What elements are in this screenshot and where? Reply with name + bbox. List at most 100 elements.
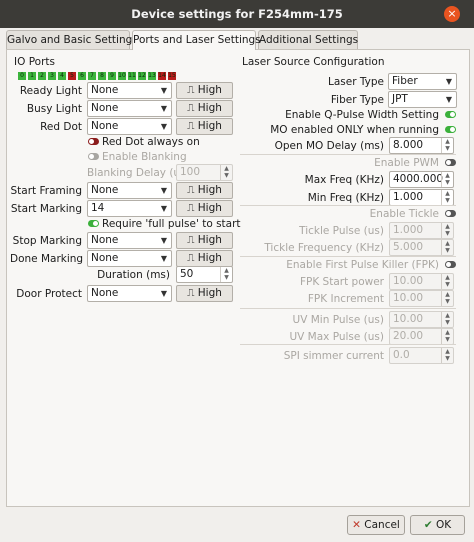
- mo-enabled-toggle[interactable]: [445, 126, 456, 133]
- io-port-indicator: 5: [68, 72, 76, 80]
- io-port-indicator: 4: [58, 72, 66, 80]
- max-freq-input[interactable]: 4000.000 ▲ ▼: [389, 171, 454, 188]
- start-marking-select[interactable]: 14 ▼: [87, 200, 172, 217]
- tab-additional[interactable]: Additional Settings: [258, 30, 358, 49]
- cancel-icon: ✕: [352, 519, 361, 531]
- spin-arrows-icon[interactable]: ▲ ▼: [441, 329, 453, 344]
- stop-marking-level-button[interactable]: ⎍ High: [176, 232, 233, 249]
- enable-qpulse-label: Enable Q-Pulse Width Setting: [285, 109, 439, 121]
- tickle-frequency-label: Tickle Frequency (KHz): [264, 242, 384, 254]
- start-framing-level-button[interactable]: ⎍ High: [176, 182, 233, 199]
- enable-fpk-toggle[interactable]: [445, 261, 456, 268]
- done-marking-select[interactable]: None ▼: [87, 250, 172, 267]
- red-dot-select[interactable]: None ▼: [87, 118, 172, 135]
- uv-max-pulse-input[interactable]: 20.00 ▲ ▼: [389, 328, 454, 345]
- ready-light-label: Ready Light: [19, 85, 82, 97]
- require-full-pulse-label: Require 'full pulse' to start: [102, 218, 241, 230]
- min-freq-input[interactable]: 1.000 ▲ ▼: [389, 189, 454, 206]
- duration-input[interactable]: 50 ▲ ▼: [176, 266, 233, 283]
- fiber-type-select[interactable]: JPT ▼: [388, 91, 457, 108]
- pulse-high-icon: ⎍: [187, 184, 195, 196]
- start-marking-level-button[interactable]: ⎍ High: [176, 200, 233, 217]
- red-dot-level-button[interactable]: ⎍ High: [176, 118, 233, 135]
- spin-arrows-icon[interactable]: ▲ ▼: [220, 165, 232, 180]
- open-mo-delay-value: 8.000: [393, 139, 424, 151]
- start-framing-label: Start Framing: [10, 185, 82, 197]
- pulse-high-icon: ⎍: [187, 120, 195, 132]
- door-protect-select[interactable]: None ▼: [87, 285, 172, 302]
- enable-tickle-toggle[interactable]: [445, 210, 456, 217]
- spin-arrows-icon[interactable]: ▲ ▼: [441, 274, 453, 289]
- tickle-frequency-input[interactable]: 5.000 ▲ ▼: [389, 239, 454, 256]
- chevron-down-icon: ▼: [160, 236, 167, 245]
- spi-simmer-input[interactable]: 0.0 ▲ ▼: [389, 347, 454, 364]
- red-dot-always-on-toggle[interactable]: [88, 138, 99, 145]
- start-framing-level: High: [197, 184, 222, 196]
- ready-light-level-button[interactable]: ⎍ High: [176, 82, 233, 99]
- done-marking-value: None: [91, 252, 119, 264]
- stop-marking-label: Stop Marking: [12, 235, 82, 247]
- start-framing-select[interactable]: None ▼: [87, 182, 172, 199]
- ready-light-select[interactable]: None ▼: [87, 82, 172, 99]
- spin-arrows-icon[interactable]: ▲ ▼: [441, 223, 453, 238]
- spin-arrows-icon[interactable]: ▲ ▼: [441, 172, 453, 187]
- fpk-start-input[interactable]: 10.00 ▲ ▼: [389, 273, 454, 290]
- uv-max-pulse-value: 20.00: [393, 330, 424, 342]
- laser-type-value: Fiber: [392, 75, 418, 87]
- fiber-type-label: Fiber Type: [330, 94, 384, 106]
- require-full-pulse-toggle[interactable]: [88, 220, 99, 227]
- chevron-down-icon: ▼: [445, 77, 452, 86]
- blanking-delay-input[interactable]: 100 ▲ ▼: [176, 164, 233, 181]
- io-port-indicator: 0: [18, 72, 26, 80]
- tickle-pulse-input[interactable]: 1.000 ▲ ▼: [389, 222, 454, 239]
- fpk-start-label: FPK Start power: [299, 276, 384, 288]
- spin-arrows-icon[interactable]: ▲ ▼: [441, 291, 453, 306]
- pulse-high-icon: ⎍: [187, 252, 195, 264]
- enable-blanking-toggle[interactable]: [88, 153, 99, 160]
- spin-arrows-icon[interactable]: ▲ ▼: [441, 312, 453, 327]
- busy-light-level-button[interactable]: ⎍ High: [176, 100, 233, 117]
- spin-arrows-icon[interactable]: ▲ ▼: [441, 190, 453, 205]
- enable-tickle-label: Enable Tickle: [369, 208, 439, 220]
- window-title: Device settings for F254mm-175: [131, 7, 343, 21]
- spin-arrows-icon[interactable]: ▲ ▼: [220, 267, 232, 282]
- separator: [240, 256, 456, 257]
- ok-button[interactable]: ✔ OK: [410, 515, 465, 535]
- pulse-high-icon: ⎍: [187, 84, 195, 96]
- chevron-down-icon: ▼: [160, 122, 167, 131]
- tab-ports-laser[interactable]: Ports and Laser Settings: [132, 30, 261, 50]
- laser-type-label: Laser Type: [328, 76, 384, 88]
- tickle-pulse-value: 1.000: [393, 224, 424, 236]
- io-port-indicator: 11: [128, 72, 136, 80]
- done-marking-level-button[interactable]: ⎍ High: [176, 250, 233, 267]
- fpk-increment-value: 10.00: [393, 292, 424, 304]
- open-mo-delay-input[interactable]: 8.000 ▲ ▼: [389, 137, 454, 154]
- io-port-indicator: 8: [98, 72, 106, 80]
- close-icon[interactable]: ×: [444, 6, 460, 22]
- door-protect-level-button[interactable]: ⎍ High: [176, 285, 233, 302]
- laser-type-select[interactable]: Fiber ▼: [388, 73, 457, 90]
- separator: [240, 344, 456, 345]
- chevron-down-icon: ▼: [445, 95, 452, 104]
- uv-min-pulse-input[interactable]: 10.00 ▲ ▼: [389, 311, 454, 328]
- spin-arrows-icon[interactable]: ▲ ▼: [441, 348, 453, 363]
- tab-galvo-basic[interactable]: Galvo and Basic Settings: [6, 30, 138, 49]
- io-port-indicator: 9: [108, 72, 116, 80]
- chevron-down-icon: ▼: [160, 289, 167, 298]
- spin-arrows-icon[interactable]: ▲ ▼: [441, 138, 453, 153]
- door-protect-value: None: [91, 287, 119, 299]
- door-protect-label: Door Protect: [16, 288, 82, 300]
- cancel-button[interactable]: ✕ Cancel: [347, 515, 405, 535]
- enable-pwm-label: Enable PWM: [374, 157, 439, 169]
- enable-qpulse-toggle[interactable]: [445, 111, 456, 118]
- busy-light-select[interactable]: None ▼: [87, 100, 172, 117]
- chevron-down-icon: ▼: [160, 104, 167, 113]
- fpk-increment-input[interactable]: 10.00 ▲ ▼: [389, 290, 454, 307]
- spin-arrows-icon[interactable]: ▲ ▼: [441, 240, 453, 255]
- start-marking-value: 14: [91, 202, 105, 214]
- stop-marking-value: None: [91, 234, 119, 246]
- enable-pwm-toggle[interactable]: [445, 159, 456, 166]
- separator: [240, 154, 456, 155]
- stop-marking-select[interactable]: None ▼: [87, 232, 172, 249]
- chevron-down-icon: ▼: [160, 186, 167, 195]
